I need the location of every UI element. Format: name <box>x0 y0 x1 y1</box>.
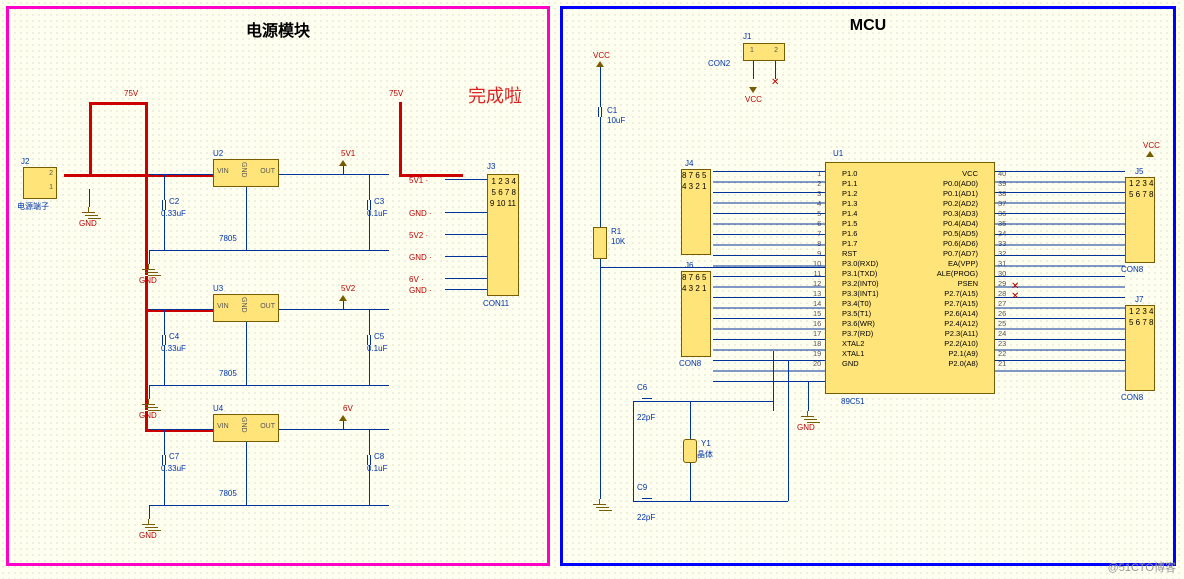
j2-ref: J2 <box>21 157 29 166</box>
j2-type: 电源端子 <box>17 201 49 212</box>
connector-j1: 1 2 <box>743 43 785 61</box>
crystal-y1 <box>683 439 697 463</box>
connector-j7: 1 2 3 4 5 6 7 8 <box>1125 305 1155 391</box>
power-arrow-icon <box>1146 151 1154 157</box>
j3-net-labels: 5V1 · GND · 5V2 · GND · 6V ·GND · <box>409 175 432 296</box>
u2-ref: U2 <box>213 149 223 158</box>
rail-wire <box>89 102 148 105</box>
bus-wires <box>713 171 825 381</box>
rail-wire <box>399 102 402 174</box>
no-connect-icon: ✕ <box>771 77 779 88</box>
capacitor-icon <box>642 496 652 504</box>
gnd-icon <box>801 411 815 423</box>
ic-u1: P1.0 P1.1 P1.2 P1.3 P1.4 P1.5 P1.6 P1.7 … <box>825 162 995 394</box>
gnd-icon <box>593 499 607 511</box>
rail-75v-b: 75V <box>389 89 403 98</box>
power-block-title: 电源模块 <box>9 17 547 41</box>
u2-type: 7805 <box>219 234 237 243</box>
connector-j6: 8 7 6 5 4 3 2 1 <box>681 271 711 357</box>
bus-wires <box>995 171 1125 381</box>
watermark: @51CTO博客 <box>1108 559 1176 575</box>
resistor-r1 <box>593 227 607 259</box>
connector-j3: 1 2 3 4 5 6 7 8 9 10 11 <box>487 174 519 296</box>
rail-75v-a: 75V <box>124 89 138 98</box>
overlay-done-text: 完成啦 <box>468 82 522 108</box>
gnd-icon <box>142 519 156 531</box>
mcu-block: MCU J1 1 2 CON2 ✕ VCC VCC C1 10uF R1 10K… <box>560 6 1176 566</box>
gnd-icon <box>82 207 96 219</box>
gnd-icon <box>142 399 156 411</box>
connector-j5: 1 2 3 4 5 6 7 8 <box>1125 177 1155 263</box>
power-arrow-icon <box>749 87 757 93</box>
mcu-block-title: MCU <box>563 17 1173 35</box>
capacitor-icon <box>642 396 652 404</box>
regulator-u2: VIN GND OUT <box>213 159 279 187</box>
capacitor-icon <box>596 107 604 117</box>
regulator-u4: VIN GND OUT <box>213 414 279 442</box>
regulator-u3: VIN GND OUT <box>213 294 279 322</box>
no-connect-icon: ✕ <box>1011 291 1019 302</box>
gnd-label: GND <box>79 219 97 228</box>
connector-j4: 8 7 6 5 4 3 2 1 <box>681 169 711 255</box>
rail-wire <box>89 102 92 174</box>
gnd-icon <box>142 264 156 276</box>
net-5v1: 5V1 <box>341 149 355 158</box>
connector-j2: 2 1 <box>23 167 57 199</box>
